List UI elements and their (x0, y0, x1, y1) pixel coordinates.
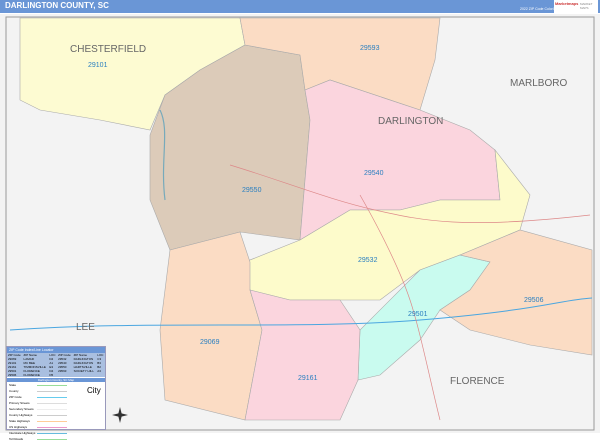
county-label: MARLBORO (510, 78, 567, 89)
header-bar: DARLINGTON COUNTY, SC 2022 ZIP Code Colo… (0, 0, 600, 13)
zip-label: 29540 (364, 170, 384, 177)
zip-index-table: ZIP Code ZIP Name LOC ZIP Code ZIP Name LOC 2… (7, 353, 105, 377)
county-label: FLORENCE (450, 376, 505, 387)
legend-city-sample: City (87, 386, 101, 395)
zip-label: 29532 (358, 257, 378, 264)
logo-sub: MARKET MAPS (580, 2, 593, 10)
zip-label: 29506 (524, 297, 544, 304)
zip-area-29161[interactable] (244, 289, 361, 421)
legend-panel: ZIP Code Index/Line Locator ZIP Code ZIP … (6, 346, 106, 441)
map-title: DARLINGTON COUNTY, SC (5, 1, 109, 10)
legend-item: Toll Roads (7, 436, 67, 442)
zip-label: 29069 (200, 339, 220, 346)
zip-area-29069[interactable] (159, 231, 263, 421)
zip-label: 29101 (88, 62, 108, 69)
county-label: LEE (76, 322, 95, 333)
county-label: DARLINGTON (378, 116, 443, 127)
zip-label: 29161 (298, 375, 318, 382)
zip-label: 29593 (360, 45, 380, 52)
county-label: CHESTERFIELD (70, 44, 146, 55)
market-maps-logo: Marketmaps MARKET MAPS (554, 0, 598, 13)
logo-text: Marketmaps (555, 1, 579, 6)
zip-label: 29550 (242, 187, 262, 194)
zip-label: 29501 (408, 311, 428, 318)
